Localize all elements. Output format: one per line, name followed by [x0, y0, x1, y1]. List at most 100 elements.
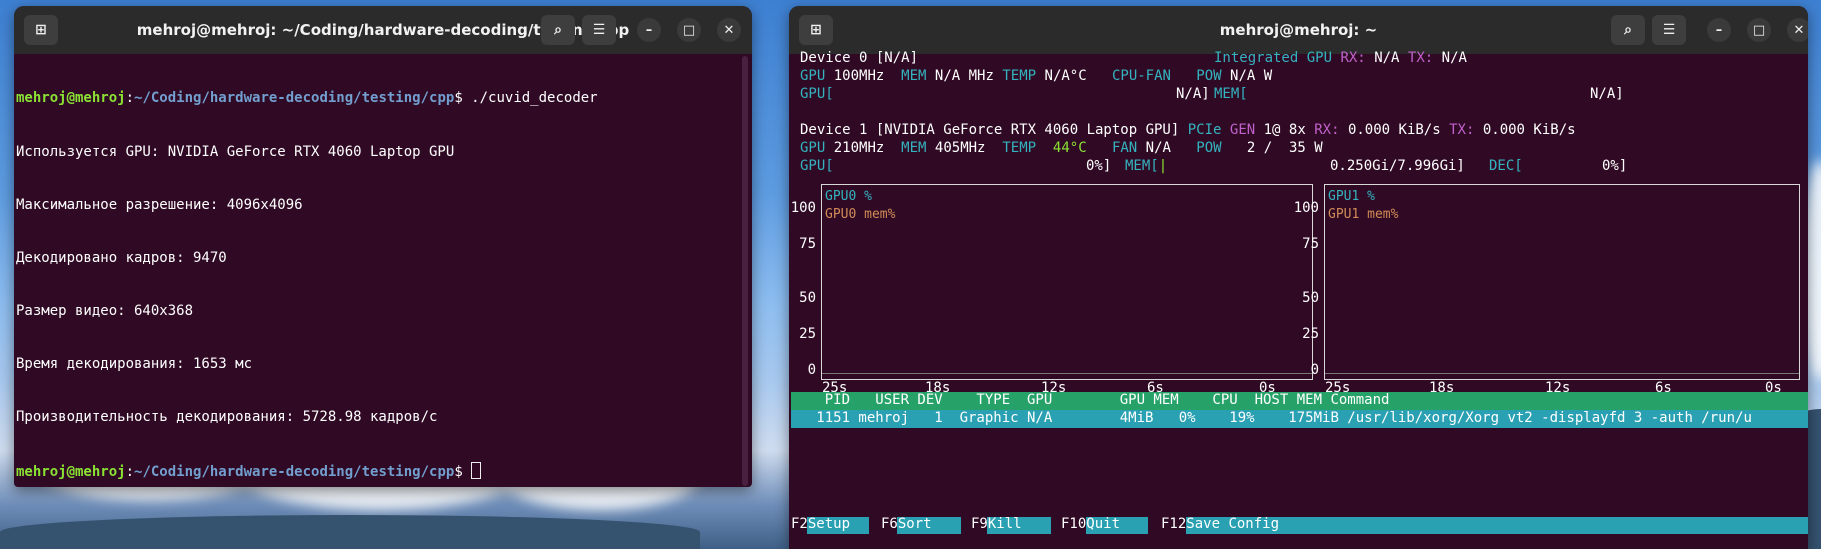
fkey-label: Sort [897, 516, 932, 532]
text-cursor [471, 462, 482, 480]
fkey-label: Quit [1086, 516, 1121, 532]
gpu0-zero-line [822, 373, 1312, 374]
y-tick-label: 100 [790, 200, 816, 216]
y-tick-label: 75 [799, 236, 816, 252]
hamburger-menu-icon[interactable]: ☰ [1652, 15, 1686, 45]
mem-label: MEM [901, 68, 927, 84]
device1-gpu-bar-label: GPU[ [800, 158, 834, 174]
device0-mem-bar-label: MEM[ [1214, 86, 1248, 102]
prompt-user: mehroj@mehroj [16, 464, 126, 481]
y-tick-label: 50 [799, 290, 816, 306]
prompt-path: ~/Coding/hardware-decoding/testing/cpp [134, 464, 455, 481]
gpu1-zero-line [1325, 373, 1799, 374]
fkey-key: F12 [1161, 516, 1187, 532]
fkey-f6[interactable]: F6Sort [881, 516, 932, 532]
series-label-gpu-percent: GPU0 % [825, 189, 872, 204]
device0-gpu-bar-label: GPU[ [800, 86, 834, 102]
y-tick-label: 50 [1302, 290, 1319, 306]
y-tick-label: 75 [1302, 236, 1319, 252]
fkey-f2[interactable]: F2Setup [791, 516, 850, 532]
temp-value: 44°C [1052, 140, 1087, 156]
minimize-icon[interactable]: – [1707, 18, 1731, 42]
hamburger-menu-icon[interactable]: ☰ [582, 15, 616, 45]
pcie-label: PCIe [1187, 122, 1222, 138]
device1-dec-bar-value: 0%] [1602, 158, 1628, 174]
device0-gpu-bar-value: N/A] [1176, 86, 1210, 102]
device1-gpu-bar-value: 0%] [1086, 158, 1112, 174]
output-line: Максимальное разрешение: 4096x4096 [16, 196, 303, 213]
temp-label: TEMP [1002, 68, 1037, 84]
prompt-dollar: $ [454, 90, 472, 107]
tx-label: TX: [1449, 122, 1475, 138]
output-line: Производительность декодирования: 5728.9… [16, 408, 438, 425]
mem-clock: 405MHz [934, 140, 986, 156]
pow-value: 2 / 35 W [1246, 140, 1323, 156]
fan-label: CPU-FAN [1111, 68, 1171, 84]
y-tick-label: 25 [799, 326, 816, 342]
minimize-icon[interactable]: – [637, 18, 661, 42]
pow-label: POW [1196, 68, 1222, 84]
prompt-line: mehroj@mehroj:~/Coding/hardware-decoding… [16, 462, 598, 480]
close-icon[interactable]: ✕ [717, 18, 741, 42]
scrollbar[interactable] [742, 56, 748, 486]
rx-label: RX: [1340, 50, 1366, 66]
fkey-key: F10 [1061, 516, 1087, 532]
maximize-icon[interactable]: □ [677, 18, 701, 42]
fkey-f10[interactable]: F10Quit [1061, 516, 1120, 532]
process-row[interactable]: 1151 mehroj 1 Graphic N/A 4MiB 0% 19% 17… [791, 410, 1808, 428]
series-label-gpu-percent: GPU1 % [1328, 189, 1375, 204]
search-icon[interactable]: ⌕ [1611, 15, 1645, 45]
rx-label: RX: [1314, 122, 1340, 138]
y-tick-label: 0 [1310, 362, 1319, 378]
left-terminal-window: ⊞ mehroj@mehroj: ~/Coding/hardware-decod… [14, 6, 752, 487]
fkey-f9[interactable]: F9Kill [971, 516, 1022, 532]
right-titlebar: ⊞ mehroj@mehroj: ~ ⌕ ☰ – □ ✕ [789, 6, 1808, 54]
pow-value: N/A W [1230, 68, 1273, 84]
device1-mem-bar: MEM[| [1125, 158, 1167, 176]
maximize-icon[interactable]: □ [1747, 18, 1771, 42]
device0-clock-line: GPU 100MHz MEM N/A MHz TEMP N/A°C CPU-FA… [800, 68, 1272, 86]
output-line: Время декодирования: 1653 мс [16, 355, 253, 372]
device0-mem-bar-value: N/A] [1590, 86, 1624, 102]
mem-bar-label: MEM[ [1125, 158, 1159, 174]
mem-bar-fill: | [1158, 158, 1168, 174]
prompt-separator: : [125, 90, 135, 107]
series-label-mem-percent: GPU0 mem% [825, 207, 896, 222]
left-titlebar: ⊞ mehroj@mehroj: ~/Coding/hardware-decod… [14, 6, 752, 54]
prompt-path: ~/Coding/hardware-decoding/testing/cpp [134, 90, 455, 107]
mem-label: MEM [901, 140, 927, 156]
fkey-key: F2 [791, 516, 808, 532]
temp-value: N/A°C [1044, 68, 1087, 84]
mem-clock: N/A MHz [934, 68, 994, 84]
process-table-header[interactable]: PID USER DEV TYPE GPU GPU MEM CPU HOST M… [791, 392, 1808, 410]
rx-value: N/A [1374, 50, 1400, 66]
fan-label: FAN [1111, 140, 1138, 156]
series-label-mem-percent: GPU1 mem% [1328, 207, 1399, 222]
y-tick-label: 100 [1293, 200, 1319, 216]
rx-value: 0.000 KiB/s [1347, 122, 1441, 138]
gpu-clock: 210MHz [833, 140, 885, 156]
fkey-bg [1186, 517, 1808, 534]
gen-value: 1@ 8x [1263, 122, 1306, 138]
close-icon[interactable]: ✕ [1787, 18, 1808, 42]
fkey-label: Save Config [1186, 516, 1280, 532]
right-terminal-window: ⊞ mehroj@mehroj: ~ ⌕ ☰ – □ ✕ Device 0 [N… [789, 6, 1808, 549]
tx-label: TX: [1407, 50, 1434, 66]
device0-integrated-line: Integrated GPU RX: N/A TX: N/A [1214, 50, 1467, 68]
output-line: Декодировано кадров: 9470 [16, 249, 227, 266]
command-text: ./cuvid_decoder [471, 90, 598, 107]
prompt-separator: : [125, 464, 135, 481]
fkey-label: Kill [987, 516, 1022, 532]
gpu0-plot-frame: GPU0 % GPU0 mem% [821, 184, 1313, 380]
terminal-output[interactable]: mehroj@mehroj:~/Coding/hardware-decoding… [16, 55, 598, 487]
hill-shape [0, 515, 700, 549]
fkey-f12[interactable]: F12Save Config [1161, 516, 1279, 532]
device0-header: Device 0 [N/A] [800, 50, 919, 66]
command-line: mehroj@mehroj:~/Coding/hardware-decoding… [16, 90, 598, 108]
search-icon[interactable]: ⌕ [541, 15, 575, 45]
prompt-user: mehroj@mehroj [16, 90, 126, 107]
y-tick-label: 0 [807, 362, 816, 378]
tx-value: 0.000 KiB/s [1482, 122, 1576, 138]
gen-label: GEN [1229, 122, 1256, 138]
device1-dec-bar-label: DEC[ [1489, 158, 1523, 174]
